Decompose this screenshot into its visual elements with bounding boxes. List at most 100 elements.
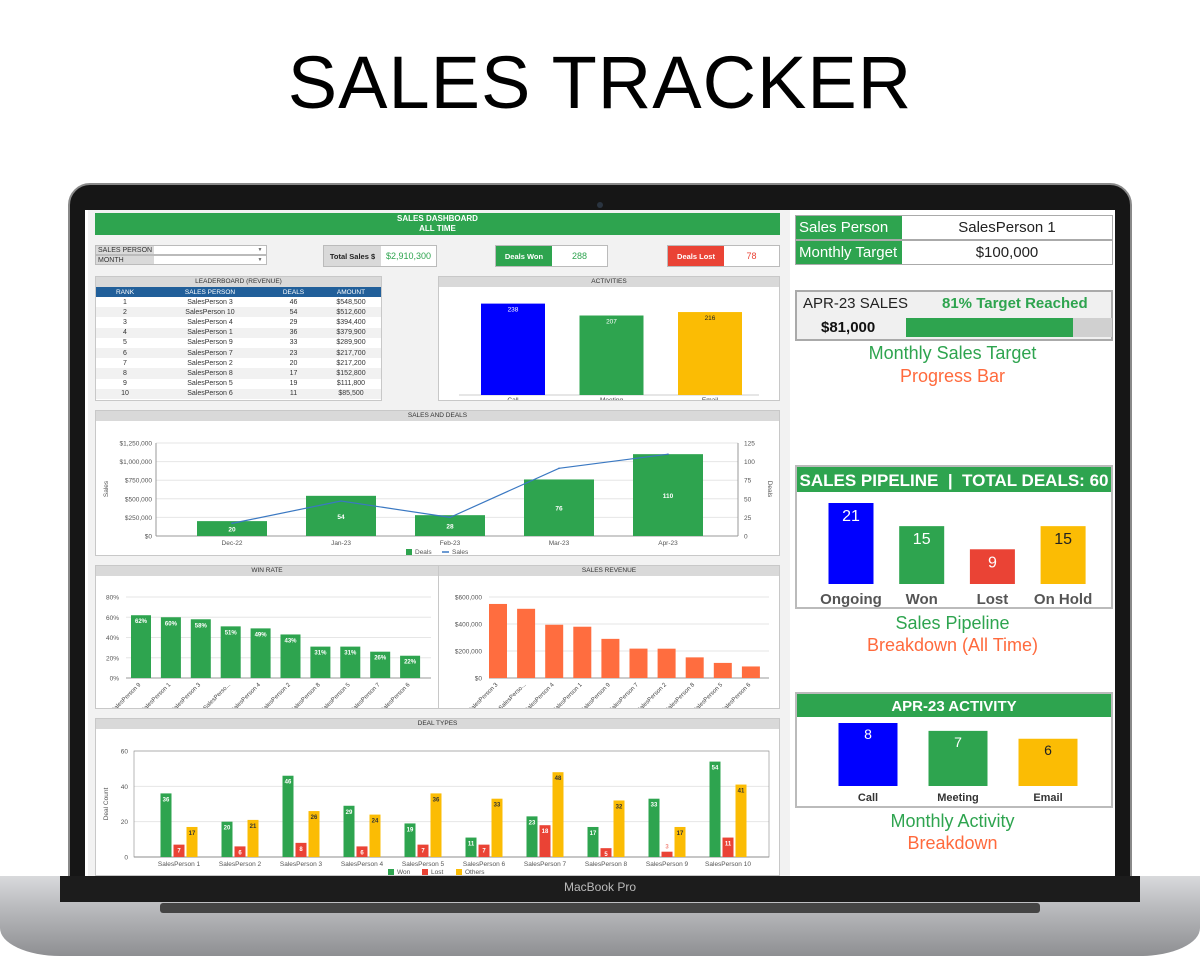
table-row: 10 SalesPerson 6 11 $85,500 <box>96 388 381 399</box>
x-tick-label: SalesPerson 1 <box>158 861 201 868</box>
bar-salesperson-9 <box>601 638 620 678</box>
legend-label: Others <box>465 869 485 875</box>
pipeline-total: 60 <box>1089 471 1109 490</box>
leaderboard-table: RANK SALES PERSON DEALS AMOUNT 1 SalesPerson… <box>96 287 381 399</box>
column-header: DEALS <box>266 287 321 297</box>
y-tick-label: 60% <box>106 615 119 622</box>
data-label: 28 <box>446 524 454 531</box>
data-label: 20 <box>224 826 231 832</box>
sales-revenue-svg: $0$200,000$400,000$600,000SalesPerson 3S… <box>455 595 769 714</box>
x-tick-label: Dec-22 <box>222 540 243 547</box>
leaderboard: LEADERBOARD (REVENUE) RANK SALES PERSON DE… <box>95 276 382 401</box>
bar-salesperson-2 <box>657 648 676 678</box>
deals-cell: 29 <box>289 318 298 326</box>
pipeline-caption-1: Sales Pipeline <box>895 613 1010 633</box>
table-row: 8 SalesPerson 8 17 $152,800 <box>96 368 381 379</box>
sales-person-value[interactable]: SalesPerson 1 <box>902 216 1112 239</box>
y-tick-label: 0% <box>110 676 120 683</box>
y-tick-label: 50 <box>744 496 752 503</box>
y-tick-label: 25 <box>744 515 752 522</box>
filter-label: MONTH <box>96 256 154 264</box>
won-bar <box>282 775 294 857</box>
rank-cell: 2 <box>96 307 154 318</box>
legend-swatch <box>388 869 394 875</box>
x-tick-label: Apr-23 <box>658 540 678 547</box>
progress-box: APR-23 SALES 81% Target Reached $81,000 <box>795 290 1113 341</box>
data-label: 48 <box>555 776 562 782</box>
x-tick-label: SalesPerson 9 <box>111 682 143 708</box>
x-tick-label: SalesPerson 8 <box>664 682 696 708</box>
x-tick-label: SalesPerson 4 <box>230 682 262 708</box>
x-tick-label: SalesPerson 3 <box>280 861 323 868</box>
deals-cell: 54 <box>266 307 321 318</box>
dropdown-arrow-icon[interactable]: ▼ <box>254 256 266 264</box>
stage: SALES TRACKER SALES DASHBOARD ALL TIME S… <box>0 0 1200 960</box>
rank-cell: 7 <box>123 359 127 367</box>
x-tick-label: SalesPerson 9 <box>646 861 689 868</box>
dropdown-arrow-icon[interactable]: ▼ <box>254 246 266 254</box>
progress-fill <box>906 318 1073 337</box>
x-tick-label: Ongoing <box>820 591 882 607</box>
deal-types-chart: DEAL TYPES 0 20 40 60 36 20 46 29 19 11 23 17 33 54 7 6… <box>95 718 780 876</box>
sales-person-row: Sales Person SalesPerson 1 <box>795 215 1113 240</box>
amount-cell: $111,800 <box>336 380 366 388</box>
y-tick-label: 60 <box>121 749 129 756</box>
progress-amount: $81,000 <box>821 319 876 336</box>
bar-salesperso- <box>517 608 536 678</box>
bar-call <box>481 303 545 395</box>
progress-caption-2: Progress Bar <box>899 366 1006 386</box>
data-label: 21 <box>842 508 860 525</box>
pipeline-total-label: TOTAL DEALS: <box>962 471 1085 490</box>
rank-cell: 10 <box>96 388 154 399</box>
chart-title: DEAL TYPES <box>96 719 779 729</box>
table-row: 2 SalesPerson 10 54 $512,600 <box>96 307 381 318</box>
x-tick-label: SalesPerson 2 <box>636 682 668 708</box>
others-bar <box>552 772 564 857</box>
progress-status: 81% Target Reached <box>942 295 1088 312</box>
month-filter[interactable]: MONTH ▼ <box>95 255 267 265</box>
sales-person-filter[interactable]: SALES PERSON ▼ <box>95 245 267 255</box>
monthly-target-value[interactable]: $100,000 <box>902 241 1112 264</box>
x-tick-label: Call <box>858 792 878 804</box>
data-label: 62% <box>135 619 148 625</box>
data-label: 36 <box>163 797 170 803</box>
month-select[interactable] <box>154 256 254 264</box>
x-tick-label: SalesPerson 5 <box>692 682 724 708</box>
sales-person-cell: SalesPerson 7 <box>154 347 266 359</box>
win-rate-svg: 0% 20% 40% 60% 80% 62% SalesPerson 9 60% SalesPe… <box>106 595 431 714</box>
deals-cell: 17 <box>266 368 321 379</box>
x-tick-label: SalesPerson 6 <box>720 682 752 708</box>
sales-person-cell: SalesPerson 10 <box>154 307 266 318</box>
x-tick-label: SalesPerson 7 <box>524 861 567 868</box>
sales-person-select[interactable] <box>154 246 254 254</box>
y-tick-label: 125 <box>744 441 755 448</box>
deals-cell: 20 <box>289 359 298 367</box>
data-label: 17 <box>590 831 597 837</box>
x-tick-label: SalesPerson 9 <box>580 682 612 708</box>
x-tick-label: Feb-23 <box>440 540 461 547</box>
x-tick-label: SalesPerson 8 <box>290 682 322 708</box>
data-label: 20 <box>228 527 236 534</box>
data-label: 24 <box>372 819 379 825</box>
data-label: 11 <box>725 842 732 848</box>
amount-cell: $289,900 <box>336 339 366 347</box>
activities-svg: 238 Call 207 Meeting 216 Email <box>459 303 759 404</box>
x-tick-label: SalesPerson 3 <box>468 682 500 708</box>
pipeline-caption-2: Breakdown (All Time) <box>866 635 1039 655</box>
sales-line <box>231 453 669 524</box>
amount-cell: $379,900 <box>321 327 381 338</box>
x-tick-label: SalesPerson 7 <box>608 682 640 708</box>
bar-email <box>678 312 742 395</box>
chart-title: SALES AND DEALS <box>96 411 779 421</box>
bar-salesperson-7 <box>629 648 648 678</box>
deals-cell: 23 <box>266 347 321 359</box>
amount-cell: $548,500 <box>336 298 366 306</box>
x-tick-label: SalesPerson 6 <box>463 861 506 868</box>
data-label: 9 <box>988 554 997 571</box>
data-label: 8 <box>864 726 872 742</box>
y-axis-title: Deal Count <box>103 788 110 821</box>
data-label: 31% <box>344 651 357 657</box>
chart-title: WIN RATE <box>96 566 438 576</box>
deal-types-svg: 0204060362046291911231733547 686 7 71853111… <box>103 749 770 876</box>
deals-cell: 33 <box>289 339 298 347</box>
